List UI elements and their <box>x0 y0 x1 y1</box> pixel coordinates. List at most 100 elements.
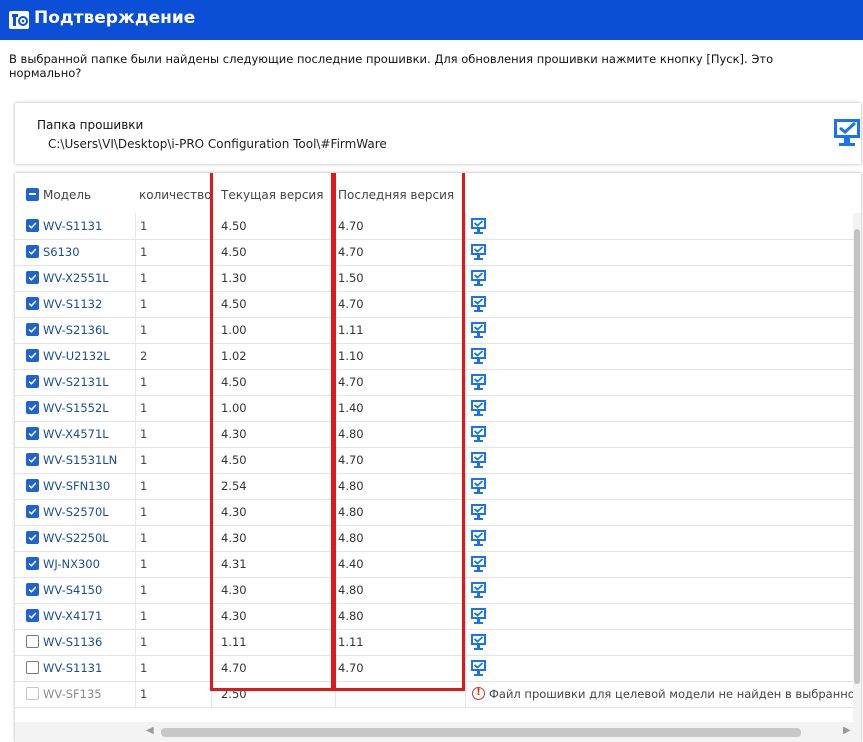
model-cell: WV-S2570L <box>15 499 136 525</box>
row-checkbox[interactable] <box>26 375 39 388</box>
row-checkbox[interactable] <box>26 609 39 622</box>
current-version-cell: 1.00 <box>211 317 336 343</box>
row-checkbox[interactable] <box>26 271 39 284</box>
status-cell <box>465 603 853 629</box>
quantity-cell: 1 <box>135 291 212 317</box>
vertical-scroll-thumb[interactable] <box>854 229 860 684</box>
model-name: WV-S2250L <box>43 531 109 545</box>
row-checkbox[interactable] <box>26 661 39 674</box>
table-row[interactable]: S6130 1 4.50 4.70 <box>15 239 853 266</box>
row-checkbox[interactable] <box>26 297 39 310</box>
row-checkbox[interactable] <box>26 427 39 440</box>
quantity-value: 1 <box>140 453 148 467</box>
current-version-value: 4.50 <box>221 375 247 389</box>
monitor-check-icon <box>470 555 487 573</box>
header-model[interactable]: Модель <box>43 188 91 202</box>
row-checkbox[interactable] <box>26 453 39 466</box>
title-bar: Подтверждение <box>0 0 863 40</box>
monitor-check-icon <box>470 607 487 625</box>
table-row[interactable]: WV-S1131 1 4.70 4.70 <box>15 655 853 682</box>
quantity-value: 1 <box>140 323 148 337</box>
table-row[interactable]: WV-S2570L 1 4.30 4.80 <box>15 499 853 526</box>
row-checkbox[interactable] <box>26 245 39 258</box>
current-version-value: 1.00 <box>221 323 247 337</box>
row-checkbox[interactable] <box>26 479 39 492</box>
model-name: WV-S2570L <box>43 505 109 519</box>
row-checkbox[interactable] <box>26 531 39 544</box>
header-quantity[interactable]: количество <box>139 188 211 202</box>
row-checkbox[interactable] <box>26 219 39 232</box>
latest-version-cell: 4.40 <box>335 551 466 577</box>
table-row[interactable]: WV-SF135 1 2.50! Файл прошивки для целевой … <box>15 681 861 708</box>
monitor-check-icon <box>470 529 487 547</box>
model-name: WV-S1131 <box>43 219 103 233</box>
current-version-cell: 4.30 <box>211 603 336 629</box>
status-cell <box>465 239 853 265</box>
current-version-value: 4.30 <box>221 583 247 597</box>
status-cell <box>465 317 853 343</box>
quantity-cell: 1 <box>135 369 212 395</box>
current-version-cell: 1.00 <box>211 395 336 421</box>
table-row[interactable]: WV-S1131 1 4.50 4.70 <box>15 213 853 240</box>
table-row[interactable]: WV-S1531LN 1 4.50 4.70 <box>15 447 853 474</box>
horizontal-scrollbar[interactable]: ◀ ▶ <box>15 722 861 742</box>
table-row[interactable]: WV-S2250L 1 4.30 4.80 <box>15 525 853 552</box>
model-name: S6130 <box>43 245 80 259</box>
table-row[interactable]: WV-X4171 1 4.30 4.80 <box>15 603 853 630</box>
latest-version-cell: 1.10 <box>335 343 466 369</box>
settings-tool-icon <box>9 11 29 29</box>
status-cell <box>465 473 853 499</box>
quantity-value: 1 <box>140 427 148 441</box>
table-row[interactable]: WV-X4571L 1 4.30 4.80 <box>15 421 853 448</box>
model-cell: WV-S2131L <box>15 369 136 395</box>
header-current-version[interactable]: Текущая версия <box>221 188 323 202</box>
vertical-scrollbar[interactable] <box>853 213 861 742</box>
row-checkbox[interactable] <box>26 557 39 570</box>
table-row[interactable]: WV-SFN130 1 2.54 4.80 <box>15 473 853 500</box>
latest-version-value: 4.80 <box>338 609 364 623</box>
table-row[interactable]: WV-S1552L 1 1.00 1.40 <box>15 395 853 422</box>
quantity-value: 1 <box>140 609 148 623</box>
model-name: WV-S1131 <box>43 661 103 675</box>
status-cell <box>465 447 853 473</box>
table-row[interactable]: WV-S1132 1 4.50 4.70 <box>15 291 853 318</box>
table-row[interactable]: WJ-NX300 1 4.31 4.40 <box>15 551 853 578</box>
row-checkbox[interactable] <box>26 635 39 648</box>
current-version-cell: 4.30 <box>211 421 336 447</box>
model-name: WV-S1552L <box>43 401 109 415</box>
row-checkbox[interactable] <box>26 505 39 518</box>
model-name: WV-X4571L <box>43 427 109 441</box>
row-checkbox[interactable] <box>26 349 39 362</box>
table-row[interactable]: WV-S4150 1 4.30 4.80 <box>15 577 853 604</box>
scroll-right-icon[interactable]: ▶ <box>843 725 851 736</box>
table-row[interactable]: WV-S1136 1 1.11 1.11 <box>15 629 853 656</box>
status-cell <box>465 655 853 681</box>
table-row[interactable]: WV-S2136L 1 1.00 1.11 <box>15 317 853 344</box>
latest-version-cell: 1.11 <box>335 629 466 655</box>
quantity-cell: 1 <box>135 577 212 603</box>
current-version-value: 4.50 <box>221 245 247 259</box>
row-checkbox[interactable] <box>26 583 39 596</box>
header-latest-version[interactable]: Последняя версия <box>338 188 454 202</box>
table-row[interactable]: WV-S2131L 1 4.50 4.70 <box>15 369 853 396</box>
select-all-checkbox[interactable] <box>26 188 39 201</box>
scroll-left-icon[interactable]: ◀ <box>146 725 154 736</box>
quantity-cell: 1 <box>135 213 212 239</box>
quantity-value: 1 <box>140 479 148 493</box>
monitor-check-icon <box>470 477 487 495</box>
current-version-value: 1.30 <box>221 271 247 285</box>
quantity-cell: 1 <box>135 473 212 499</box>
latest-version-value: 4.40 <box>338 557 364 571</box>
status-cell <box>465 265 853 291</box>
quantity-value: 1 <box>140 375 148 389</box>
model-cell: WV-S1136 <box>15 629 136 655</box>
row-checkbox[interactable] <box>26 401 39 414</box>
quantity-value: 1 <box>140 401 148 415</box>
latest-version-cell: 1.40 <box>335 395 466 421</box>
model-name: WV-X2551L <box>43 271 109 285</box>
monitor-check-icon <box>470 425 487 443</box>
table-row[interactable]: WV-U2132L 2 1.02 1.10 <box>15 343 853 370</box>
table-row[interactable]: WV-X2551L 1 1.30 1.50 <box>15 265 853 292</box>
horizontal-scroll-thumb[interactable] <box>161 728 801 737</box>
row-checkbox[interactable] <box>26 323 39 336</box>
